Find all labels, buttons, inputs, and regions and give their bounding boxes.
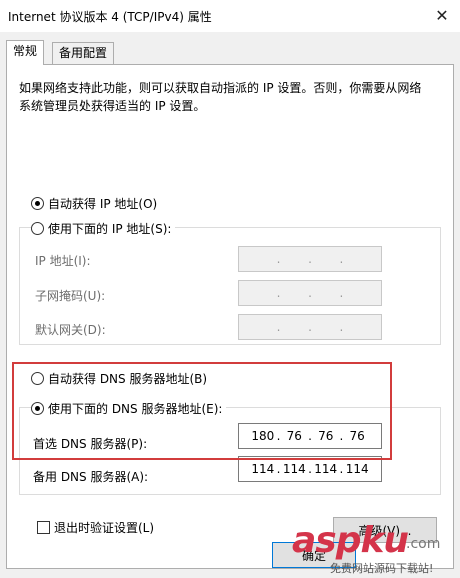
tab-alternate-config[interactable]: 备用配置: [52, 42, 115, 64]
default-gateway-label: 默认网关(D):: [35, 323, 106, 337]
window-title: Internet 协议版本 4 (TCP/IPv4) 属性: [8, 10, 212, 24]
description-text: 如果网络支持此功能，则可以获取自动指派的 IP 设置。否则，你需要从网络系统管理…: [19, 81, 422, 113]
close-icon: ✕: [435, 6, 449, 25]
ip-manual-radio[interactable]: 使用下面的 IP 地址(S):: [31, 220, 176, 237]
advanced-button[interactable]: 高级(V)...: [333, 517, 437, 543]
radio-selected-icon: [31, 197, 44, 210]
radio-unselected-icon: [31, 222, 44, 235]
general-tab-panel: 如果网络支持此功能，则可以获取自动指派的 IP 设置。否则，你需要从网络系统管理…: [6, 64, 454, 569]
title-bar: Internet 协议版本 4 (TCP/IPv4) 属性 ✕: [0, 0, 460, 32]
subnet-mask-label: 子网掩码(U):: [35, 289, 106, 303]
tab-general[interactable]: 常规: [6, 40, 45, 65]
dns-highlight-annotation: [12, 362, 392, 460]
ip-address-input[interactable]: . . .: [238, 246, 382, 272]
dialog-body: 常规 备用配置 如果网络支持此功能，则可以获取自动指派的 IP 设置。否则，你需…: [0, 32, 460, 578]
ip-auto-radio[interactable]: 自动获得 IP 地址(O): [31, 195, 162, 212]
ok-button[interactable]: 确定: [272, 542, 356, 568]
close-button[interactable]: ✕: [424, 0, 460, 32]
checkbox-unchecked-icon: [37, 521, 50, 534]
ip-address-label: IP 地址(I):: [35, 254, 91, 268]
default-gateway-input[interactable]: . . .: [238, 314, 382, 340]
validate-on-exit-checkbox[interactable]: 退出时验证设置(L): [37, 519, 154, 536]
subnet-mask-input[interactable]: . . .: [238, 280, 382, 306]
alternate-dns-label: 备用 DNS 服务器(A):: [33, 470, 149, 484]
